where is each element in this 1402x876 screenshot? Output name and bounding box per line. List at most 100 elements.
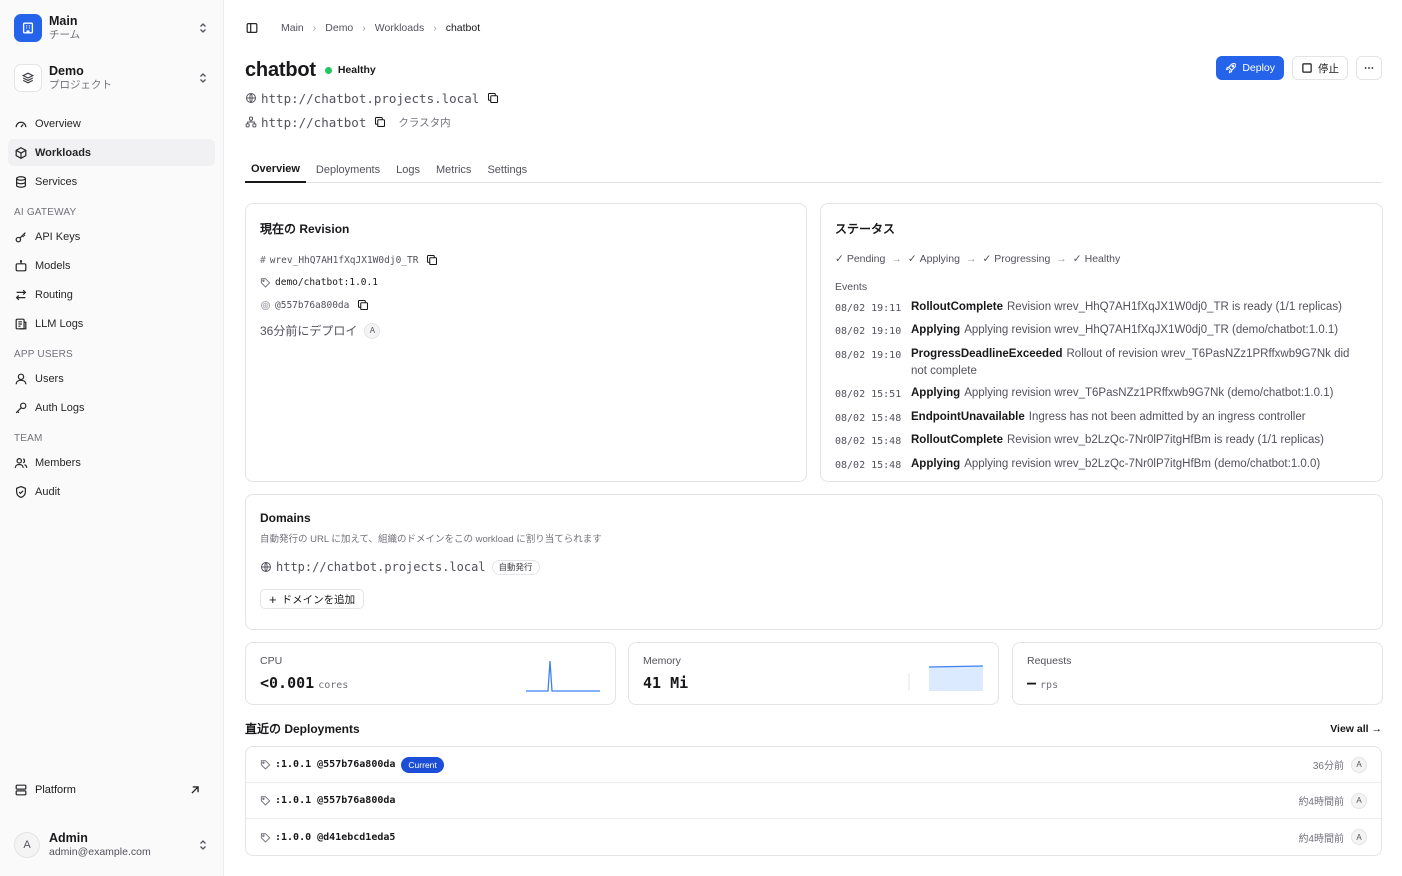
nav-api-keys[interactable]: API Keys (8, 223, 215, 250)
copy-icon[interactable] (357, 299, 369, 311)
gauge-icon (15, 121, 27, 127)
event-message: Applying revision wrev_T6PasNZz1PRffxwb9… (964, 387, 1334, 399)
domains-title: Domains (260, 511, 311, 525)
event-row: 08/02 15:48 EndpointUnavailable Ingress h… (835, 409, 1368, 427)
key-round-icon (15, 402, 27, 413)
section-app-users: APP USERS (14, 349, 73, 360)
avatar: A (14, 832, 40, 858)
requests-unit: rps (1040, 680, 1059, 691)
nav-auth-logs[interactable]: Auth Logs (8, 394, 215, 421)
event-time: 08/02 19:11 (835, 302, 902, 314)
memory-card: Memory 41 Mi (628, 642, 999, 705)
breadcrumb-workloads[interactable]: Workloads (375, 22, 424, 34)
event-message: Applying revision wrev_b2LzQc-7Nr0lP7itg… (964, 457, 1321, 470)
event-reason: EndpointUnavailable (911, 410, 1025, 423)
deploy-button[interactable]: Deploy (1216, 56, 1284, 80)
more-button[interactable] (1356, 56, 1382, 80)
nav-platform[interactable]: Platform (8, 776, 215, 804)
team-name: Main (49, 14, 78, 28)
user-menu[interactable]: A Admin admin@example.com (8, 822, 215, 868)
nav-overview[interactable]: Overview (8, 110, 215, 137)
deployment-row[interactable]: :1.0.1 @557b76a800da 約4時間前 A (246, 783, 1381, 819)
main-content: Main › Demo › Workloads › chatbot chatbo… (224, 0, 1402, 876)
copy-icon[interactable] (374, 116, 386, 128)
nav-platform-label: Platform (35, 784, 76, 796)
arrows-left-right-icon (15, 289, 27, 300)
public-url[interactable]: http://chatbot.projects.local (261, 91, 479, 106)
check-icon: ✓ (1072, 253, 1082, 265)
cpu-value-row: <0.001 cores (260, 674, 348, 692)
cpu-label: CPU (260, 655, 283, 667)
team-switcher[interactable]: Main チーム (8, 6, 215, 50)
avatar: A (1351, 829, 1367, 845)
cpu-card: CPU <0.001 cores (245, 642, 616, 705)
tag-icon (260, 832, 271, 843)
view-all-link[interactable]: View all → (1330, 723, 1382, 735)
revision-id: wrev_HhQ7AH1fXqJX1W0dj0_TR (269, 254, 419, 266)
nav-workloads[interactable]: Workloads (8, 139, 215, 166)
square-icon (1302, 63, 1312, 73)
network-icon (245, 116, 257, 128)
tab-deployments[interactable]: Deployments (310, 157, 386, 182)
tab-settings[interactable]: Settings (481, 157, 533, 182)
revision-card: 現在の Revision # wrev_HhQ7AH1fXqJX1W0dj0_T… (245, 203, 807, 482)
avatar: A (1351, 756, 1367, 773)
current-badge: Current (401, 756, 444, 773)
copy-icon[interactable] (487, 92, 499, 104)
deployment-time: 約4時間前 (1298, 797, 1344, 808)
sidebar-toggle-icon[interactable] (245, 21, 259, 35)
domains-card: Domains 自動発行の URL に加えて、組織のドメインをこの worklo… (245, 494, 1383, 630)
events-label: Events (835, 281, 868, 293)
nav-services-label: Services (35, 175, 78, 188)
copy-icon[interactable] (426, 254, 438, 266)
event-time: 08/02 15:48 (835, 436, 902, 447)
revision-image-row: demo/chatbot:1.0.1 (260, 277, 792, 288)
nav-users[interactable]: Users (8, 365, 215, 392)
chevron-updown-icon (200, 73, 206, 83)
status-card: ステータス ✓ Pending → ✓ Applying → ✓ Progressin… (820, 203, 1383, 482)
arrow-right-icon: → (1371, 722, 1383, 735)
nav-models[interactable]: Models (8, 252, 215, 279)
nav-routing[interactable]: Routing (8, 281, 215, 308)
stop-button[interactable]: 停止 (1292, 56, 1348, 80)
arrow-right-icon: → (965, 253, 977, 265)
internal-url[interactable]: http://chatbot (261, 115, 366, 130)
domain-url[interactable]: http://chatbot.projects.local (276, 560, 486, 574)
breadcrumb-demo[interactable]: Demo (325, 22, 353, 34)
deployment-time: 約4時間前 (1298, 833, 1344, 845)
avatar: A (364, 322, 381, 339)
nav-llm-logs[interactable]: LLM Logs (8, 310, 215, 337)
deployment-row[interactable]: :1.0.1 @557b76a800da Current 36分前 A (246, 747, 1381, 783)
event-reason: Applying (911, 324, 961, 336)
tab-metrics[interactable]: Metrics (430, 157, 477, 182)
event-reason: RolloutComplete (911, 300, 1003, 313)
tab-logs[interactable]: Logs (390, 157, 426, 182)
internal-note: クラスタ内 (398, 116, 451, 129)
database-icon (16, 175, 26, 188)
deployment-tag: :1.0.1 @557b76a800da (275, 759, 396, 770)
deployment-tag: :1.0.1 @557b76a800da (275, 795, 396, 806)
tag-icon (260, 760, 271, 770)
check-icon: ✓ (982, 253, 992, 265)
event-message: Applying revision wrev_HhQ7AH1fXqJX1W0dj… (964, 324, 1339, 336)
add-domain-button[interactable]: + ドメインを追加 (260, 589, 365, 609)
view-all-label: View all (1330, 722, 1369, 735)
domain-row: http://chatbot.projects.local 自動発行 (260, 555, 1368, 579)
breadcrumb-main[interactable]: Main (281, 22, 304, 34)
nav-llm-logs-label: LLM Logs (35, 317, 84, 330)
nav-services[interactable]: Services (8, 168, 215, 195)
section-team: TEAM (14, 433, 43, 444)
cpu-unit: cores (318, 680, 349, 691)
nav-routing-label: Routing (35, 288, 73, 301)
nav-audit[interactable]: Audit (8, 478, 215, 505)
layers-icon (14, 64, 42, 92)
nav-models-label: Models (35, 259, 71, 272)
status-badge: Healthy (337, 64, 376, 76)
event-time: 08/02 19:10 (835, 326, 902, 337)
tab-overview[interactable]: Overview (245, 157, 306, 183)
fingerprint-icon (260, 300, 271, 310)
project-switcher[interactable]: Demo プロジェクト (8, 56, 215, 100)
deployment-row[interactable]: :1.0.0 @d41ebcd1eda5 約4時間前 A (246, 819, 1381, 855)
internal-url-row: http://chatbot クラスタ内 (245, 110, 1382, 134)
nav-members[interactable]: Members (8, 449, 215, 476)
